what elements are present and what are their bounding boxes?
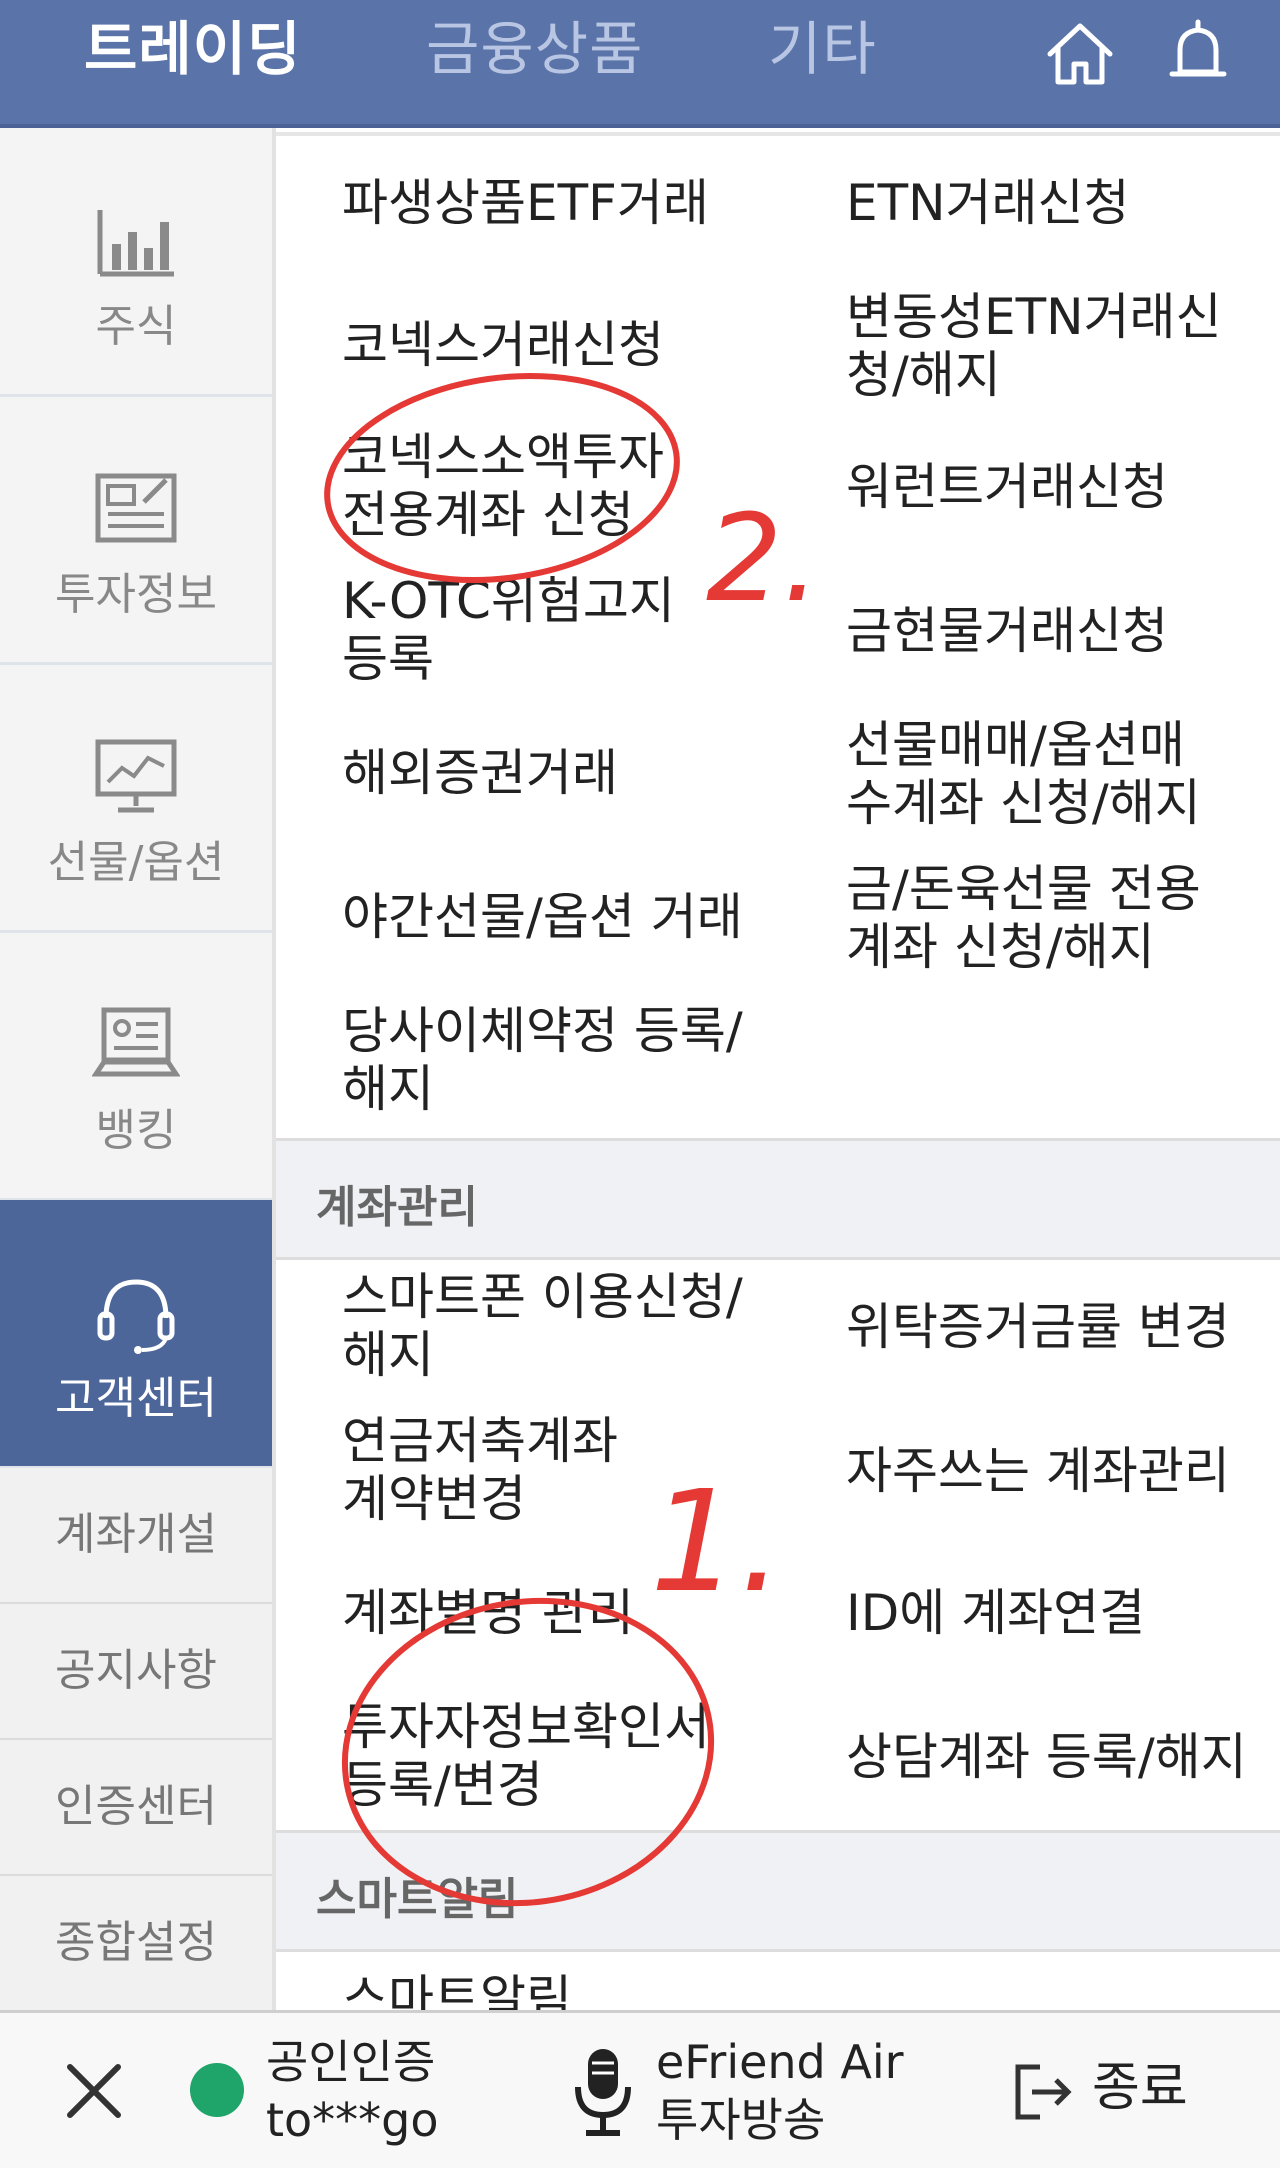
menu-item-transfer-agreement[interactable]: 당사이체약정 등록/해지 [342,1002,743,1118]
menu-item-konex-small-account[interactable]: 코넥스소액투자 전용계좌 신청 [342,428,664,544]
sidebar-item-label: 뱅킹 [95,1105,177,1156]
menu-item-smartphone-service[interactable]: 스마트폰 이용신청/해지 [342,1268,743,1384]
menu-item-gold-spot[interactable]: 금현물거래신청 [846,602,1168,660]
cert-status-dot [190,2063,244,2117]
menu-item-gold-pork-futures[interactable]: 금/돈육선물 전용 계좌 신청/해지 [846,860,1201,976]
menu-item-link-account-id[interactable]: ID에 계좌연결 [846,1584,1145,1642]
sidebar-subitem-account-opening[interactable]: 계좌개설 [0,1468,272,1605]
bar-chart-icon [97,210,174,277]
menu-item-derivatives-etf[interactable]: 파생상품ETF거래 [342,174,709,232]
sidebar-item-label: 선물/옵션 [47,837,225,888]
menu-item-clip: 스마트알림 [276,1950,1280,2010]
menu-item-pension-contract[interactable]: 연금저축계좌 계약변경 [342,1412,618,1528]
tab-trading[interactable]: 트레이딩 [84,4,301,94]
menu-item-volatility-etn[interactable]: 변동성ETN거래신 청/해지 [846,288,1222,404]
sidebar-item-banking[interactable]: 뱅킹 [0,932,272,1201]
exit-button[interactable]: 종료 [1092,2061,1188,2115]
sidebar-item-customer-center[interactable]: 고객센터 [0,1200,272,1469]
menu-item-warrant-trade[interactable]: 워런트거래신청 [846,458,1168,516]
headset-icon [97,1279,175,1354]
cert-label[interactable]: 공인인증 [266,2035,435,2089]
menu-item-smart-alert-partial[interactable]: 스마트알림 [342,1970,572,2010]
sidebar: 주식 투자정보 선물/옵션 뱅킹 고객센터 계좌개설 공지사항 인증센터 종합설… [0,128,276,2013]
section-header-account-management: 계좌관리 [276,1138,1280,1260]
menu-item-futures-option-account[interactable]: 선물매매/옵션매 수계좌 신청/해지 [846,716,1201,832]
section-title: 계좌관리 [316,1182,478,1233]
section-header-smart-alert: 스마트알림 [276,1830,1280,1952]
broadcast-sublabel[interactable]: 투자방송 [656,2093,825,2147]
menu-content: 파생상품ETF거래 코넥스거래신청 코넥스소액투자 전용계좌 신청 K-OTC위험… [276,128,1280,2010]
laptop-card-icon [92,1007,180,1077]
home-icon[interactable] [1042,16,1118,92]
logout-icon[interactable] [1010,2059,1076,2125]
close-icon[interactable] [62,2059,126,2123]
sidebar-item-label: 고객센터 [55,1373,217,1424]
sidebar-subitem-notices[interactable]: 공지사항 [0,1604,272,1741]
menu-item-favorite-accounts[interactable]: 자주쓰는 계좌관리 [846,1442,1230,1500]
menu-item-kotc-risk[interactable]: K-OTC위험고지 등록 [342,572,675,688]
menu-item-overseas-securities[interactable]: 해외증권거래 [342,744,618,802]
top-nav-bar: 트레이딩 금융상품 기타 [0,0,1280,128]
menu-item-investor-info-confirmation[interactable]: 투자자정보확인서 등록/변경 [342,1698,710,1814]
menu-item-konex-trade[interactable]: 코넥스거래신청 [342,316,664,374]
bottom-bar: 공인인증 to***go eFriend Air 투자방송 종료 [0,2010,1280,2168]
top-divider [276,132,1280,136]
microphone-icon[interactable] [570,2045,636,2139]
menu-item-etn-trade[interactable]: ETN거래신청 [846,174,1130,232]
sidebar-item-stocks[interactable]: 주식 [0,128,272,397]
news-icon [95,473,177,543]
sidebar-subitem-general-settings[interactable]: 종합설정 [0,1876,272,2013]
broadcast-label[interactable]: eFriend Air [656,2035,904,2089]
sidebar-item-investment-info[interactable]: 투자정보 [0,396,272,665]
tab-financial-products[interactable]: 금융상품 [426,4,643,94]
sidebar-item-label: 투자정보 [55,569,217,620]
section-title: 스마트알림 [316,1874,519,1925]
user-id: to***go [266,2093,439,2147]
menu-item-night-futures[interactable]: 야간선물/옵션 거래 [342,888,743,946]
sidebar-item-label: 주식 [95,301,177,352]
sidebar-item-futures-options[interactable]: 선물/옵션 [0,664,272,933]
tab-etc[interactable]: 기타 [768,4,877,94]
menu-item-margin-rate[interactable]: 위탁증거금률 변경 [846,1298,1230,1356]
sidebar-subitem-certification-center[interactable]: 인증센터 [0,1740,272,1877]
menu-item-consult-account[interactable]: 상담계좌 등록/해지 [846,1728,1247,1786]
menu-item-account-nickname[interactable]: 계좌별명 관리 [342,1584,634,1642]
monitor-chart-icon [95,739,177,813]
bell-icon[interactable] [1160,16,1236,92]
